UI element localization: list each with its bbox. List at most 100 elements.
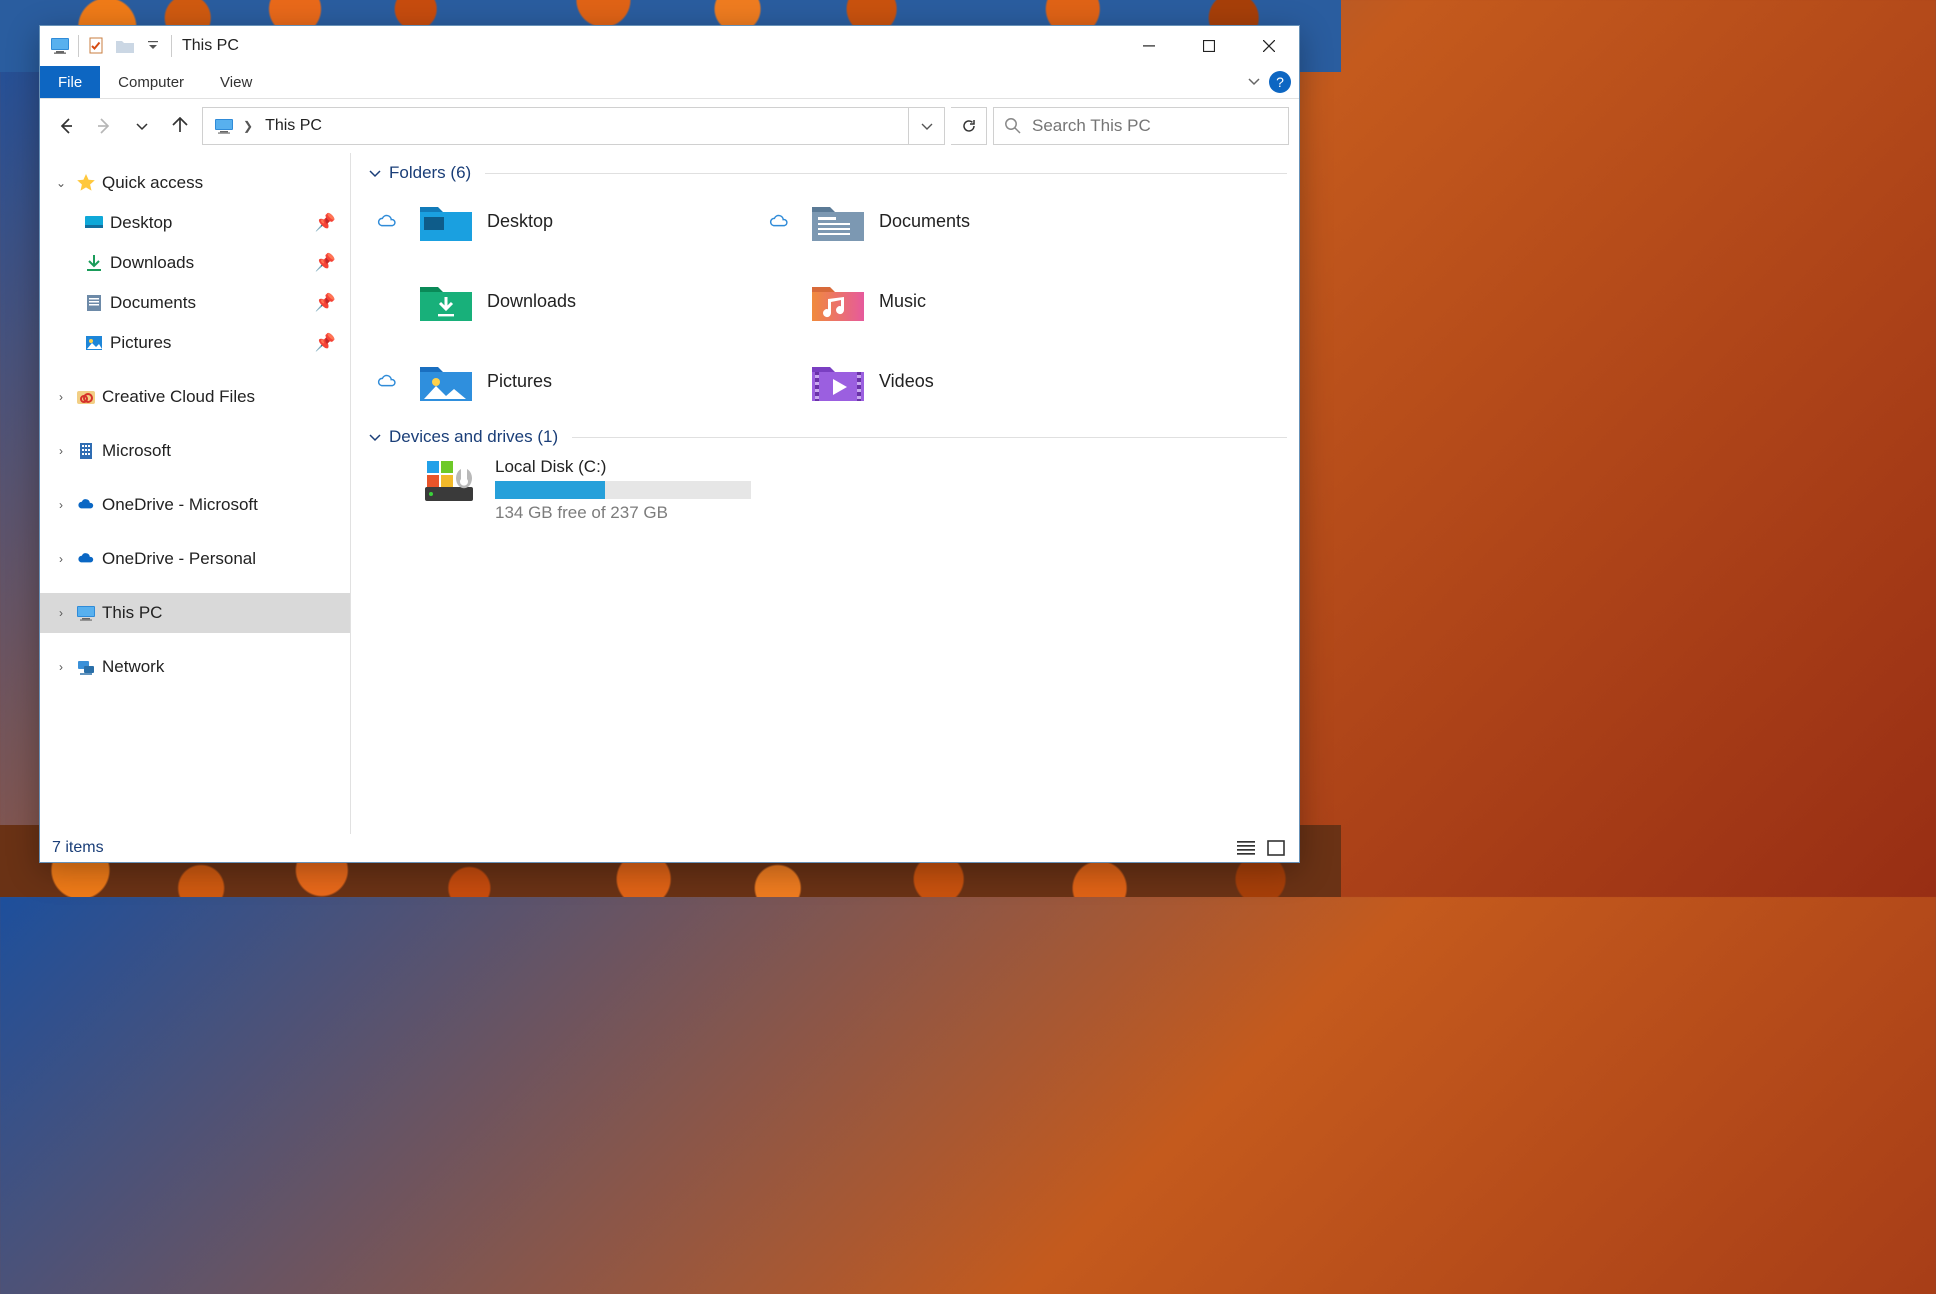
onedrive-icon (76, 549, 96, 569)
recent-locations-button[interactable] (126, 110, 158, 142)
titlebar: This PC (40, 26, 1299, 66)
content-pane: Folders (6) Desktop (351, 153, 1299, 834)
group-header-label: Devices and drives (1) (389, 427, 558, 447)
maximize-button[interactable] (1179, 26, 1239, 66)
properties-button[interactable] (83, 32, 111, 60)
folder-icon (809, 198, 867, 244)
pin-icon: 📌 (315, 253, 336, 273)
folder-icon (809, 358, 867, 404)
pin-icon: 📌 (315, 333, 336, 353)
sidebar-item-label: Documents (110, 293, 196, 313)
folder-label: Downloads (487, 291, 576, 312)
search-box[interactable] (993, 107, 1289, 145)
sidebar-item-downloads[interactable]: Downloads 📌 (40, 243, 350, 283)
folder-tile-downloads[interactable]: Downloads (369, 273, 761, 329)
document-icon (84, 293, 104, 313)
navigation-row: ❯ This PC (40, 99, 1299, 153)
desktop-icon (84, 213, 104, 233)
sidebar-item-onedrive-microsoft[interactable]: › OneDrive - Microsoft (40, 485, 350, 525)
thispc-icon (76, 603, 96, 623)
chevron-right-icon[interactable]: › (52, 552, 70, 566)
tab-file[interactable]: File (40, 66, 100, 98)
folder-tile-documents[interactable]: Documents (761, 193, 1153, 249)
back-button[interactable] (50, 110, 82, 142)
chevron-right-icon[interactable]: › (52, 444, 70, 458)
sidebar-item-creative-cloud[interactable]: › Creative Cloud Files (40, 377, 350, 417)
window-title: This PC (182, 37, 239, 55)
address-crumb-root[interactable]: ❯ (209, 117, 259, 135)
chevron-right-icon[interactable]: › (52, 498, 70, 512)
folder-label: Videos (879, 371, 934, 392)
sidebar-item-pictures[interactable]: Pictures 📌 (40, 323, 350, 363)
sidebar-item-network[interactable]: › Network (40, 647, 350, 687)
sidebar-item-documents[interactable]: Documents 📌 (40, 283, 350, 323)
new-folder-button[interactable] (111, 32, 139, 60)
refresh-button[interactable] (951, 107, 987, 145)
tab-computer[interactable]: Computer (100, 66, 202, 98)
folder-label: Music (879, 291, 926, 312)
download-icon (84, 253, 104, 273)
folder-tile-pictures[interactable]: Pictures (369, 353, 761, 409)
drive-usage-fill (495, 481, 605, 499)
sidebar-item-this-pc[interactable]: › This PC (40, 593, 350, 633)
folders-grid: Desktop Documents (369, 193, 1299, 409)
sidebar-item-label: Pictures (110, 333, 171, 353)
chevron-right-icon[interactable]: › (52, 606, 70, 620)
folder-label: Documents (879, 211, 970, 232)
creative-cloud-icon (76, 387, 96, 407)
sidebar-item-label: Quick access (102, 173, 203, 193)
building-icon (76, 441, 96, 461)
minimize-button[interactable] (1119, 26, 1179, 66)
pin-icon: 📌 (315, 213, 336, 233)
chevron-right-icon[interactable]: › (52, 660, 70, 674)
folder-icon (417, 278, 475, 324)
chevron-down-icon[interactable]: ⌄ (52, 176, 70, 190)
address-location-label: This PC (265, 117, 322, 135)
drive-icon (421, 457, 483, 509)
sidebar-item-label: Microsoft (102, 441, 171, 461)
cloud-sync-icon (369, 213, 405, 229)
sidebar-item-onedrive-personal[interactable]: › OneDrive - Personal (40, 539, 350, 579)
sidebar-quick-access[interactable]: ⌄ Quick access (40, 163, 350, 203)
tab-view[interactable]: View (202, 66, 270, 98)
help-button[interactable]: ? (1269, 71, 1291, 93)
ribbon-collapse-button[interactable] (1247, 74, 1261, 91)
large-icons-view-button[interactable] (1265, 837, 1287, 859)
chevron-down-icon (369, 167, 381, 179)
cloud-sync-icon (761, 213, 797, 229)
sidebar-item-label: Desktop (110, 213, 172, 233)
drive-tile-c[interactable]: Local Disk (C:) 134 GB free of 237 GB (421, 457, 1299, 523)
folder-icon (809, 278, 867, 324)
star-icon (76, 173, 96, 193)
folder-tile-music[interactable]: Music (761, 273, 1153, 329)
address-dropdown[interactable] (908, 108, 944, 144)
window-controls (1119, 26, 1299, 66)
folder-tile-desktop[interactable]: Desktop (369, 193, 761, 249)
folder-tile-videos[interactable]: Videos (761, 353, 1153, 409)
group-header-folders[interactable]: Folders (6) (369, 163, 1299, 183)
pin-icon: 📌 (315, 293, 336, 313)
search-input[interactable] (1032, 116, 1278, 136)
pictures-icon (84, 333, 104, 353)
cloud-sync-icon (369, 373, 405, 389)
address-bar[interactable]: ❯ This PC (202, 107, 945, 145)
drive-free-text: 134 GB free of 237 GB (495, 503, 751, 523)
folder-icon (417, 198, 475, 244)
group-header-label: Folders (6) (389, 163, 471, 183)
up-button[interactable] (164, 110, 196, 142)
sidebar-item-microsoft[interactable]: › Microsoft (40, 431, 350, 471)
chevron-right-icon[interactable]: › (52, 390, 70, 404)
forward-button[interactable] (88, 110, 120, 142)
folder-icon (417, 358, 475, 404)
group-header-devices[interactable]: Devices and drives (1) (369, 427, 1299, 447)
app-icon[interactable] (46, 32, 74, 60)
folder-label: Desktop (487, 211, 553, 232)
details-view-button[interactable] (1235, 837, 1257, 859)
qat-dropdown[interactable] (139, 32, 167, 60)
sidebar-item-label: Downloads (110, 253, 194, 273)
ribbon-tabs: File Computer View ? (40, 66, 1299, 99)
address-crumb-thispc[interactable]: This PC (259, 117, 328, 135)
chevron-down-icon (369, 431, 381, 443)
sidebar-item-desktop[interactable]: Desktop 📌 (40, 203, 350, 243)
close-button[interactable] (1239, 26, 1299, 66)
